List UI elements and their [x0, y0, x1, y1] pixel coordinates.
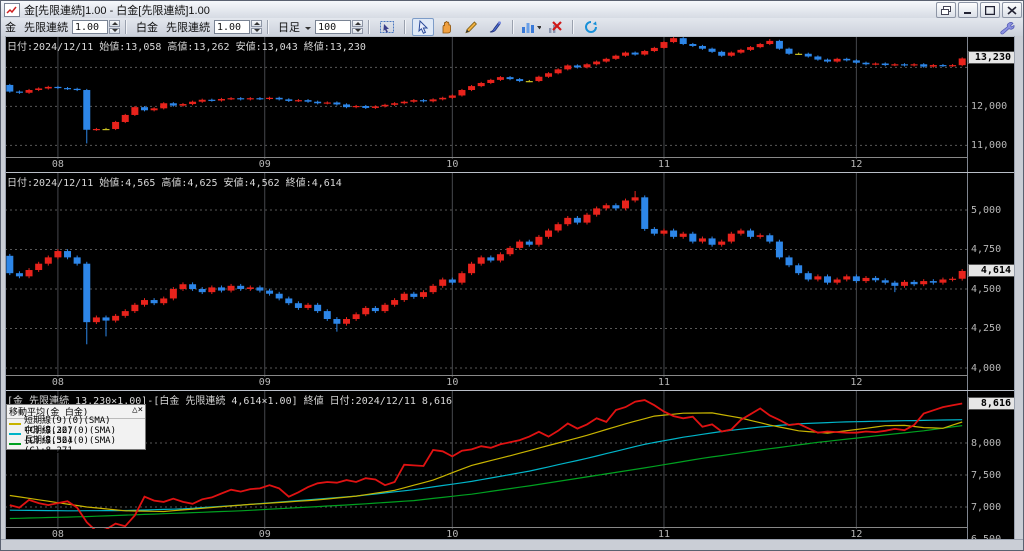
y-axis-price-label: 7,000	[971, 501, 1002, 513]
x-axis-month-label: 10	[446, 159, 459, 170]
x-axis-month-label: 12	[850, 159, 863, 170]
gold-chart-panel: 日付:2024/12/11 始値:13,058 高値:13,262 安値:13,…	[1, 36, 1023, 172]
chart-type-dropdown-icon[interactable]	[520, 18, 542, 36]
gold-series-label: 先限連続	[24, 22, 68, 34]
pencil-tool-icon[interactable]	[460, 18, 482, 36]
bar-count-spinner[interactable]: 100	[315, 20, 364, 34]
window-frame-right	[1014, 36, 1023, 550]
x-axis-month-label: 08	[51, 159, 64, 170]
pointer-tool-icon[interactable]	[412, 18, 435, 36]
y-axis-price-label: 4,500	[971, 283, 1002, 295]
y-axis-price-label: 11,000	[971, 140, 1008, 152]
cascade-windows-button[interactable]	[936, 2, 956, 18]
app-chart-icon	[4, 2, 20, 17]
x-axis-month-label: 09	[258, 159, 271, 170]
x-axis-month-label: 09	[258, 377, 271, 388]
y-axis-price-label: 12,000	[971, 101, 1008, 113]
hand-pan-tool-icon[interactable]	[436, 18, 458, 36]
gold-candlestick-chart[interactable]	[5, 37, 967, 159]
platinum-ratio-spinner[interactable]: 1.00	[214, 20, 262, 34]
platinum-ohlc-info: 日付:2024/12/11 始値:4,565 高値:4,625 安値:4,562…	[7, 178, 342, 189]
y-axis-price-label: 4,000	[971, 362, 1002, 374]
y-axis-price-label: 5,000	[971, 204, 1002, 216]
y-axis-price-label: 4,250	[971, 323, 1002, 335]
maximize-button[interactable]	[980, 2, 1000, 18]
chart-window: 金[先限連続]1.00 - 白金[先限連続]1.00 金 先限連続 1.00 白…	[0, 0, 1024, 551]
platinum-x-axis: 08 09 10 11 12	[5, 375, 967, 390]
moving-average-legend: 移動平均(金 白金) △× 短期線(9)(0)(SMA)(C):8,327 中期…	[6, 404, 146, 456]
gold-x-axis: 08 09 10 11 12	[5, 157, 967, 172]
gold-ratio-spinner[interactable]: 1.00	[72, 20, 120, 34]
spread-chart-panel: [金 先限連続 13,230×1.00]-[白金 先限連続 4,614×1.00…	[1, 390, 1023, 542]
y-axis-price-label: 7,500	[971, 469, 1002, 481]
legend-item-long-sma: 長期線(52)(0)(SMA)(C):8,271	[7, 436, 145, 456]
brush-annotate-tool-icon[interactable]	[484, 18, 506, 36]
x-axis-month-label: 11	[657, 159, 670, 170]
refresh-icon[interactable]	[580, 18, 602, 36]
toolbar: 金 先限連続 1.00 白金 先限連続 1.00 日足 100	[1, 18, 1023, 37]
platinum-label: 白金	[136, 22, 158, 34]
settings-wrench-icon[interactable]	[996, 19, 1018, 37]
delete-indicator-icon[interactable]	[544, 18, 566, 36]
period-dropdown[interactable]: 日足	[278, 19, 312, 35]
gold-price-badge: 13,230	[968, 51, 1015, 65]
platinum-series-label: 先限連続	[166, 22, 210, 34]
spread-line-chart[interactable]	[5, 391, 967, 529]
window-frame-bottom	[1, 539, 1023, 550]
long-sma-swatch	[9, 443, 21, 445]
gold-label: 金	[5, 22, 16, 34]
short-sma-swatch	[9, 423, 21, 425]
close-button[interactable]	[1002, 2, 1022, 18]
x-axis-month-label: 12	[850, 377, 863, 388]
y-axis-price-label: 4,750	[971, 244, 1002, 256]
x-axis-month-label: 10	[446, 377, 459, 388]
minimize-button[interactable]	[958, 2, 978, 18]
x-axis-month-label: 08	[51, 377, 64, 388]
spread-price-badge: 8,616	[968, 396, 1015, 410]
window-frame-left	[1, 36, 6, 550]
y-axis-price-label: 8,000	[971, 437, 1002, 449]
window-title: 金[先限連続]1.00 - 白金[先限連続]1.00	[24, 4, 210, 17]
platinum-candlestick-chart[interactable]	[5, 173, 967, 377]
select-frame-tool-icon[interactable]	[376, 18, 398, 36]
platinum-chart-panel: 日付:2024/12/11 始値:4,565 高値:4,625 安値:4,562…	[1, 172, 1023, 390]
mid-sma-swatch	[9, 433, 21, 435]
title-bar[interactable]: 金[先限連続]1.00 - 白金[先限連続]1.00	[1, 1, 1023, 19]
platinum-price-badge: 4,614	[968, 263, 1015, 277]
x-axis-month-label: 11	[657, 377, 670, 388]
gold-ohlc-info: 日付:2024/12/11 始値:13,058 高値:13,262 安値:13,…	[7, 42, 366, 53]
